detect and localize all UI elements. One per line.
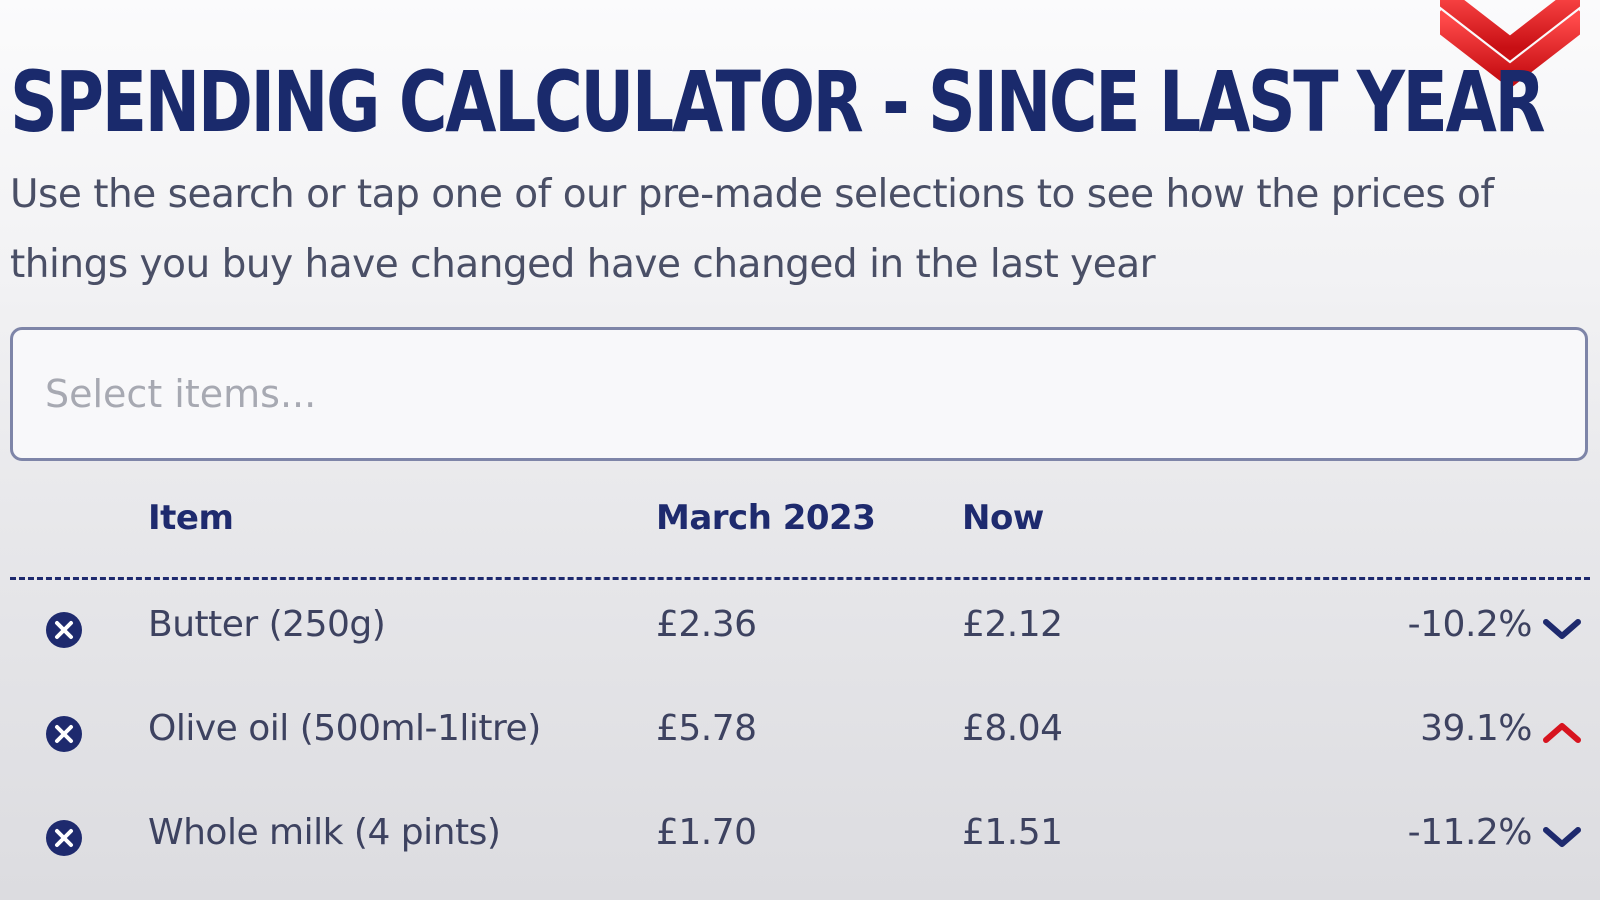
remove-item-button[interactable] <box>46 820 82 856</box>
price-change: -10.2% <box>1407 604 1533 645</box>
close-icon <box>55 621 73 639</box>
price-then: £2.36 <box>656 604 757 645</box>
chevron-down-icon <box>1543 827 1581 847</box>
column-header-now: Now <box>962 498 1044 538</box>
item-name: Olive oil (500ml-1litre) <box>148 708 541 749</box>
chevron-up-icon <box>1543 723 1581 743</box>
price-now: £2.12 <box>962 604 1063 645</box>
search-container[interactable] <box>10 327 1588 461</box>
search-input[interactable] <box>43 371 1585 417</box>
remove-item-button[interactable] <box>46 612 82 648</box>
item-name: Whole milk (4 pints) <box>148 812 501 853</box>
item-name: Butter (250g) <box>148 604 386 645</box>
table-row: Olive oil (500ml-1litre) £5.78 £8.04 39.… <box>0 684 1600 784</box>
price-now: £1.51 <box>962 812 1063 853</box>
table-header: Item March 2023 Now <box>0 490 1600 550</box>
price-then: £5.78 <box>656 708 757 749</box>
page-title: Spending calculator - since last year <box>10 53 1546 151</box>
column-header-then: March 2023 <box>656 498 876 538</box>
table-row: Whole milk (4 pints) £1.70 £1.51 -11.2% <box>0 788 1600 888</box>
price-now: £8.04 <box>962 708 1063 749</box>
price-then: £1.70 <box>656 812 757 853</box>
remove-item-button[interactable] <box>46 716 82 752</box>
table-row: Butter (250g) £2.36 £2.12 -10.2% <box>0 580 1600 680</box>
price-change: 39.1% <box>1420 708 1532 749</box>
page-subtitle: Use the search or tap one of our pre-mad… <box>10 172 1494 287</box>
price-change: -11.2% <box>1407 812 1533 853</box>
close-icon <box>55 725 73 743</box>
column-header-item: Item <box>148 498 234 538</box>
close-icon <box>55 829 73 847</box>
chevron-down-icon <box>1543 619 1581 639</box>
